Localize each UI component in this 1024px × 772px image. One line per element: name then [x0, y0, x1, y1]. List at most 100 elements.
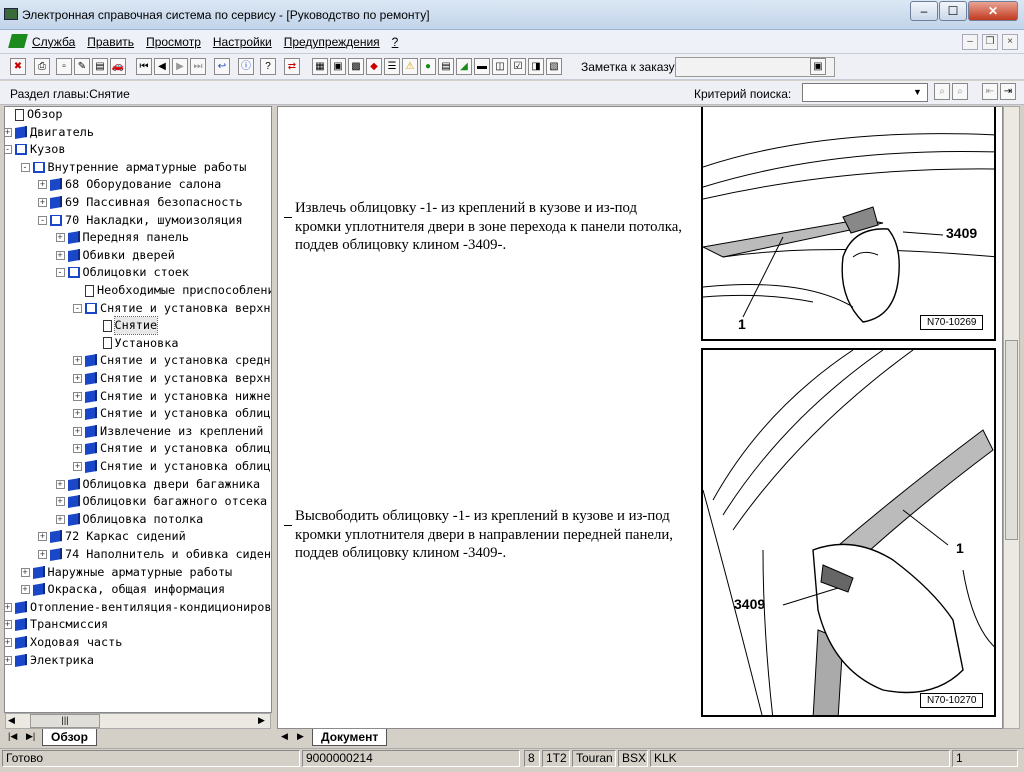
expand-icon[interactable]: +	[20, 585, 30, 595]
collapse-icon[interactable]: -	[73, 303, 82, 313]
tree-item[interactable]: Установка	[91, 335, 178, 352]
expand-icon[interactable]: ⇥	[1000, 83, 1016, 100]
collapse-icon[interactable]: -	[38, 215, 47, 225]
expand-icon[interactable]: +	[5, 655, 12, 665]
edit-icon[interactable]: ✎	[74, 58, 90, 75]
expand-icon[interactable]: +	[55, 479, 65, 489]
next-page-icon[interactable]: ▶	[172, 58, 188, 75]
tab-next-icon[interactable]: ▶|	[26, 731, 35, 742]
vehicle-icon[interactable]: 🚗	[110, 58, 126, 75]
menu-warnings[interactable]: Предупреждения	[284, 35, 380, 49]
open-icon[interactable]: ▤	[92, 58, 108, 75]
mdi-close-button[interactable]: ×	[1002, 34, 1018, 50]
chevron-down-icon[interactable]: ▼	[908, 84, 927, 101]
expand-icon[interactable]: +	[20, 567, 30, 577]
tree-item[interactable]: + Ходовая часть	[5, 634, 122, 651]
tree-item[interactable]: + Трансмиссия	[5, 616, 108, 633]
expand-icon[interactable]: +	[73, 356, 82, 366]
tree-item[interactable]: - Кузов	[5, 141, 66, 158]
tree-item[interactable]: + Отопление-вентиляция-кондиционирование	[5, 599, 271, 616]
tree-item[interactable]: +72 Каркас сидений	[38, 528, 186, 545]
expand-icon[interactable]: +	[55, 250, 65, 260]
help-icon[interactable]: ?	[260, 58, 276, 75]
tab-overview[interactable]: Обзор	[42, 729, 97, 746]
document-scroll-thumb[interactable]	[1005, 340, 1018, 540]
menu-service[interactable]: Служба	[32, 35, 75, 49]
tree-item[interactable]: - Облицовки стоек	[55, 264, 189, 281]
expand-icon[interactable]: +	[38, 198, 47, 207]
tree-item[interactable]: - Внутренние арматурные работы	[20, 159, 246, 176]
expand-icon[interactable]: +	[73, 409, 82, 419]
menu-help[interactable]: ?	[392, 35, 399, 49]
tree-item[interactable]: + Облицовка двери багажника	[55, 476, 260, 493]
tool9-icon[interactable]: ◨	[528, 58, 544, 75]
tree-item[interactable]: + Наружные арматурные работы	[20, 564, 232, 581]
expand-icon[interactable]: +	[38, 532, 47, 542]
doc-tab-next-icon[interactable]: ▶	[297, 731, 304, 742]
exit-icon[interactable]: ✖	[10, 58, 26, 75]
car-icon[interactable]: ▬	[474, 58, 490, 75]
tool8-icon[interactable]: ☑	[510, 58, 526, 75]
tree-item[interactable]: +74 Наполнитель и обивка сидений	[38, 546, 271, 563]
doc-tab-prev-icon[interactable]: ◀	[281, 731, 288, 742]
tool2-icon[interactable]: ▣	[330, 58, 346, 75]
expand-icon[interactable]: +	[38, 550, 47, 559]
note-settings-icon[interactable]: ▣	[810, 58, 826, 75]
expand-icon[interactable]: +	[55, 514, 65, 524]
new-document-icon[interactable]: ▫	[56, 58, 72, 75]
mdi-restore-button[interactable]: ❐	[982, 34, 998, 50]
expand-icon[interactable]: +	[73, 462, 82, 471]
scroll-left-icon[interactable]: ◀	[8, 715, 15, 726]
expand-icon[interactable]: +	[5, 620, 12, 630]
tree-item[interactable]: + Электрика	[5, 652, 94, 669]
expand-icon[interactable]: +	[5, 638, 12, 647]
expand-icon[interactable]: +	[73, 391, 82, 401]
tree-item[interactable]: + Снятие и установка облицовки	[73, 440, 271, 457]
last-page-icon[interactable]: ⏭	[190, 58, 206, 75]
first-page-icon[interactable]: ⏮	[136, 58, 152, 75]
tree-item[interactable]: + Извлечение из креплений	[73, 423, 263, 440]
previous-page-icon[interactable]: ◀	[154, 58, 170, 75]
tree-item[interactable]: - 70 Накладки, шумоизоляция	[38, 212, 243, 229]
menu-view[interactable]: Просмотр	[146, 35, 201, 49]
scroll-right-icon[interactable]: ▶	[258, 715, 265, 726]
search-next-icon[interactable]: ⌕	[952, 83, 968, 100]
menu-settings[interactable]: Настройки	[213, 35, 272, 49]
expand-icon[interactable]: +	[55, 497, 65, 507]
print-icon[interactable]: ⎙	[34, 58, 50, 75]
logo-icon[interactable]: ◢	[456, 58, 472, 75]
tree-item[interactable]: + Окраска, общая информация	[20, 581, 225, 598]
tree-item[interactable]: + Снятие и установка средней	[73, 352, 271, 369]
tree-item[interactable]: + Двигатель	[5, 124, 94, 141]
warning-icon[interactable]: ⚠	[402, 58, 418, 75]
globe-icon[interactable]: ●	[420, 58, 436, 75]
swap-icon[interactable]: ⇄	[284, 58, 300, 75]
tree-item[interactable]: +69 Пассивная безопасность	[38, 194, 243, 211]
tree-item[interactable]: Обзор	[5, 107, 63, 123]
tree-item[interactable]: Снятие	[91, 316, 159, 336]
collapse-icon[interactable]: -	[5, 145, 12, 155]
tool6-icon[interactable]: ▤	[438, 58, 454, 75]
tab-prev-icon[interactable]: |◀	[8, 731, 17, 742]
tool4-icon[interactable]: ◆	[366, 58, 382, 75]
expand-icon[interactable]: +	[38, 180, 47, 190]
minimize-button[interactable]: –	[910, 1, 938, 21]
tool3-icon[interactable]: ▩	[348, 58, 364, 75]
expand-icon[interactable]: +	[5, 127, 12, 137]
tree-item[interactable]: + Снятие и установка облицовки	[73, 405, 271, 422]
tree-item[interactable]: + Передняя панель	[55, 229, 189, 246]
menu-edit[interactable]: Править	[87, 35, 134, 49]
info-icon[interactable]: ⓘ	[238, 58, 254, 75]
mdi-minimize-button[interactable]: –	[962, 34, 978, 50]
expand-icon[interactable]: +	[73, 374, 82, 383]
tree-item[interactable]: + Снятие и установка нижней	[73, 388, 271, 405]
tree-item[interactable]: + Обивки дверей	[55, 247, 175, 264]
return-icon[interactable]: ↩	[214, 58, 230, 75]
collapse-icon[interactable]: ⇤	[982, 83, 998, 100]
tool5-icon[interactable]: ☰	[384, 58, 400, 75]
search-icon[interactable]: ⌕	[934, 83, 950, 100]
expand-icon[interactable]: +	[73, 426, 82, 436]
collapse-icon[interactable]: -	[55, 268, 65, 278]
tree-item[interactable]: + Облицовки багажного отсека	[55, 493, 267, 510]
tree-item[interactable]: + Снятие и установка облицовки	[73, 458, 271, 475]
